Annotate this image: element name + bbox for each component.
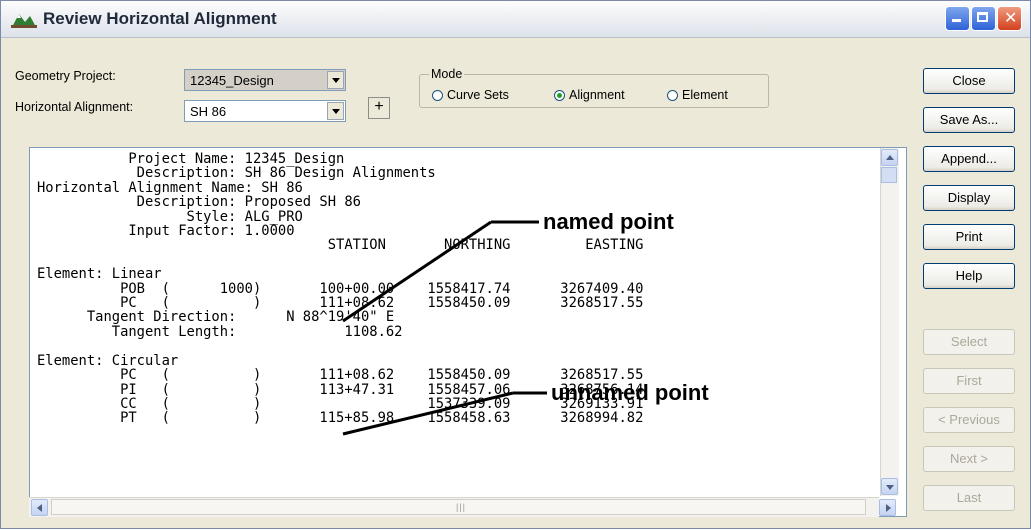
minimize-icon — [952, 19, 961, 22]
display-button[interactable]: Display — [923, 185, 1015, 211]
horizontal-alignment-label: Horizontal Alignment: — [15, 100, 134, 114]
chevron-left-icon — [37, 504, 42, 512]
radio-alignment-label[interactable]: Alignment — [569, 88, 625, 102]
first-button[interactable]: First — [923, 368, 1015, 394]
chevron-up-icon — [886, 155, 894, 160]
geometry-project-label: Geometry Project: — [15, 69, 116, 83]
maximize-icon — [977, 12, 988, 22]
chevron-right-icon — [886, 504, 891, 512]
chevron-down-icon — [886, 485, 894, 490]
review-horizontal-alignment-window: Review Horizontal Alignment ✕ Geometry P… — [0, 0, 1031, 529]
grip-icon: ||| — [456, 502, 467, 512]
window-title: Review Horizontal Alignment — [43, 9, 277, 28]
named-point-annotation: named point — [543, 209, 674, 234]
help-button[interactable]: Help — [923, 263, 1015, 289]
select-button[interactable]: Select — [923, 329, 1015, 355]
geometry-project-dropdown[interactable]: 12345_Design — [184, 69, 346, 91]
radio-alignment[interactable] — [554, 90, 565, 101]
unnamed-point-annotation: unnamed point — [551, 380, 709, 405]
scroll-up-button[interactable] — [881, 149, 898, 166]
report-line: PT ( ) 115+85.98 1558458.63 3268994.82 — [37, 410, 644, 427]
report-line: Tangent Length: 1108.62 — [37, 323, 403, 340]
maximize-button[interactable] — [971, 6, 996, 31]
horizontal-alignment-dropdown[interactable]: SH 86 — [184, 100, 346, 122]
radio-element[interactable] — [667, 90, 678, 101]
radio-curve-sets-label[interactable]: Curve Sets — [447, 88, 509, 102]
next-button[interactable]: Next > — [923, 446, 1015, 472]
vertical-scrollbar[interactable] — [880, 148, 899, 496]
scroll-right-button[interactable] — [879, 499, 896, 516]
scroll-left-button[interactable] — [31, 499, 48, 516]
radio-element-label[interactable]: Element — [682, 88, 728, 102]
close-window-button[interactable]: ✕ — [997, 6, 1022, 31]
minimize-button[interactable] — [945, 6, 970, 31]
pick-alignment-button[interactable]: + — [368, 97, 390, 119]
horizontal-alignment-value: SH 86 — [190, 104, 227, 119]
close-button[interactable]: Close — [923, 68, 1015, 94]
last-button[interactable]: Last — [923, 485, 1015, 511]
print-button[interactable]: Print — [923, 224, 1015, 250]
vertical-scroll-thumb[interactable] — [881, 167, 897, 183]
scroll-down-button[interactable] — [881, 478, 898, 495]
close-icon: ✕ — [1004, 8, 1018, 27]
chevron-down-icon[interactable] — [327, 102, 344, 120]
geometry-project-value: 12345_Design — [190, 73, 274, 88]
mode-group-title: Mode — [429, 67, 465, 81]
previous-button[interactable]: < Previous — [923, 407, 1015, 433]
radio-curve-sets[interactable] — [432, 90, 443, 101]
save-as-button[interactable]: Save As... — [923, 107, 1015, 133]
alignment-app-icon — [11, 14, 37, 28]
report-text-area[interactable]: Project Name: 12345_Design Description: … — [29, 147, 907, 517]
chevron-down-icon[interactable] — [327, 71, 344, 89]
report-column-headers: STATION NORTHING EASTING — [37, 237, 644, 254]
title-bar[interactable]: Review Horizontal Alignment ✕ — [1, 1, 1030, 38]
append-button[interactable]: Append... — [923, 146, 1015, 172]
